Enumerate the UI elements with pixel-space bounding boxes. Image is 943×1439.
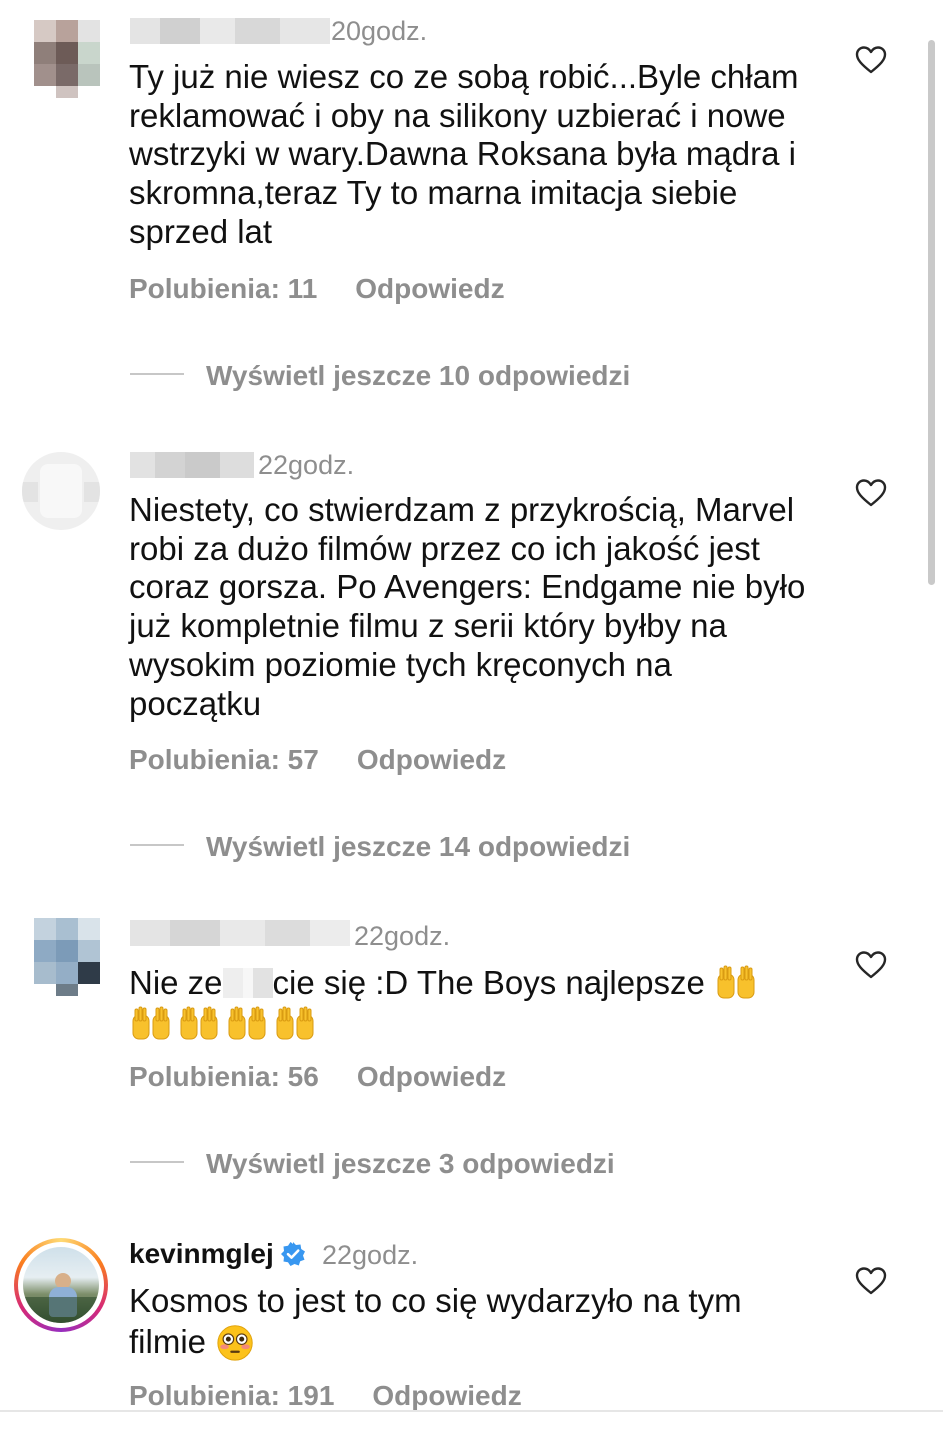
reply-button[interactable]: Odpowiedz [355, 273, 504, 304]
comment-meta: Polubienia: 57 Odpowiedz [129, 744, 506, 776]
comment-text: Niestety, co stwierdzam z przykrością, M… [129, 491, 806, 722]
heart-icon[interactable] [855, 950, 887, 980]
verified-badge-icon [280, 1242, 305, 1266]
heart-icon[interactable] [855, 1266, 887, 1296]
raising-hands-emoji [132, 1006, 170, 1040]
comment-time: 22godz. [322, 1240, 419, 1270]
comment-meta: Polubienia: 191 Odpowiedz [129, 1380, 522, 1412]
username-redacted[interactable] [130, 18, 330, 44]
avatar[interactable] [22, 20, 100, 98]
divider-line [130, 1160, 184, 1163]
view-more-replies[interactable]: Wyświetl jeszcze 3 odpowiedzi [130, 1148, 615, 1188]
heart-icon[interactable] [855, 45, 887, 75]
avatar[interactable] [22, 452, 100, 530]
comment-text: Nie ze cie się :D The Boys najlepsze [129, 962, 809, 1043]
raising-hands-emoji [276, 1006, 314, 1040]
reply-button[interactable]: Odpowiedz [372, 1380, 521, 1411]
comment-meta: Polubienia: 56 Odpowiedz [129, 1061, 506, 1093]
likes-count[interactable]: Polubienia: 57 [129, 744, 319, 775]
divider-line [130, 843, 184, 846]
username-redacted[interactable] [130, 452, 254, 478]
heart-icon[interactable] [855, 478, 887, 508]
flushed-face-emoji [217, 1324, 253, 1361]
username-redacted[interactable] [130, 920, 350, 946]
divider-line [130, 372, 184, 375]
comment-time: 20godz. [331, 16, 428, 46]
username[interactable]: kevinmglej [129, 1238, 312, 1270]
comment-time: 22godz. [354, 921, 451, 951]
censored-word [222, 968, 273, 998]
likes-count[interactable]: Polubienia: 191 [129, 1380, 334, 1411]
avatar[interactable] [22, 918, 100, 996]
likes-count[interactable]: Polubienia: 11 [129, 273, 317, 304]
comment-text: Ty już nie wiesz co ze sobą robić...Byle… [129, 58, 799, 250]
raising-hands-emoji [228, 1006, 266, 1040]
avatar [23, 1247, 99, 1323]
scrollbar[interactable] [928, 40, 935, 585]
view-more-replies[interactable]: Wyświetl jeszcze 14 odpowiedzi [130, 831, 630, 871]
comment-text: Kosmos to jest to co się wydarzyło na ty… [129, 1282, 809, 1363]
comment-time: 22godz. [258, 450, 355, 480]
story-ring-avatar[interactable] [14, 1238, 108, 1332]
view-more-replies[interactable]: Wyświetl jeszcze 10 odpowiedzi [130, 360, 630, 400]
bottom-divider [0, 1410, 943, 1412]
raising-hands-emoji [180, 1006, 218, 1040]
likes-count[interactable]: Polubienia: 56 [129, 1061, 319, 1092]
reply-button[interactable]: Odpowiedz [357, 1061, 506, 1092]
raising-hands-emoji [717, 965, 755, 999]
comment-meta: Polubienia: 11 Odpowiedz [129, 273, 505, 305]
reply-button[interactable]: Odpowiedz [357, 744, 506, 775]
